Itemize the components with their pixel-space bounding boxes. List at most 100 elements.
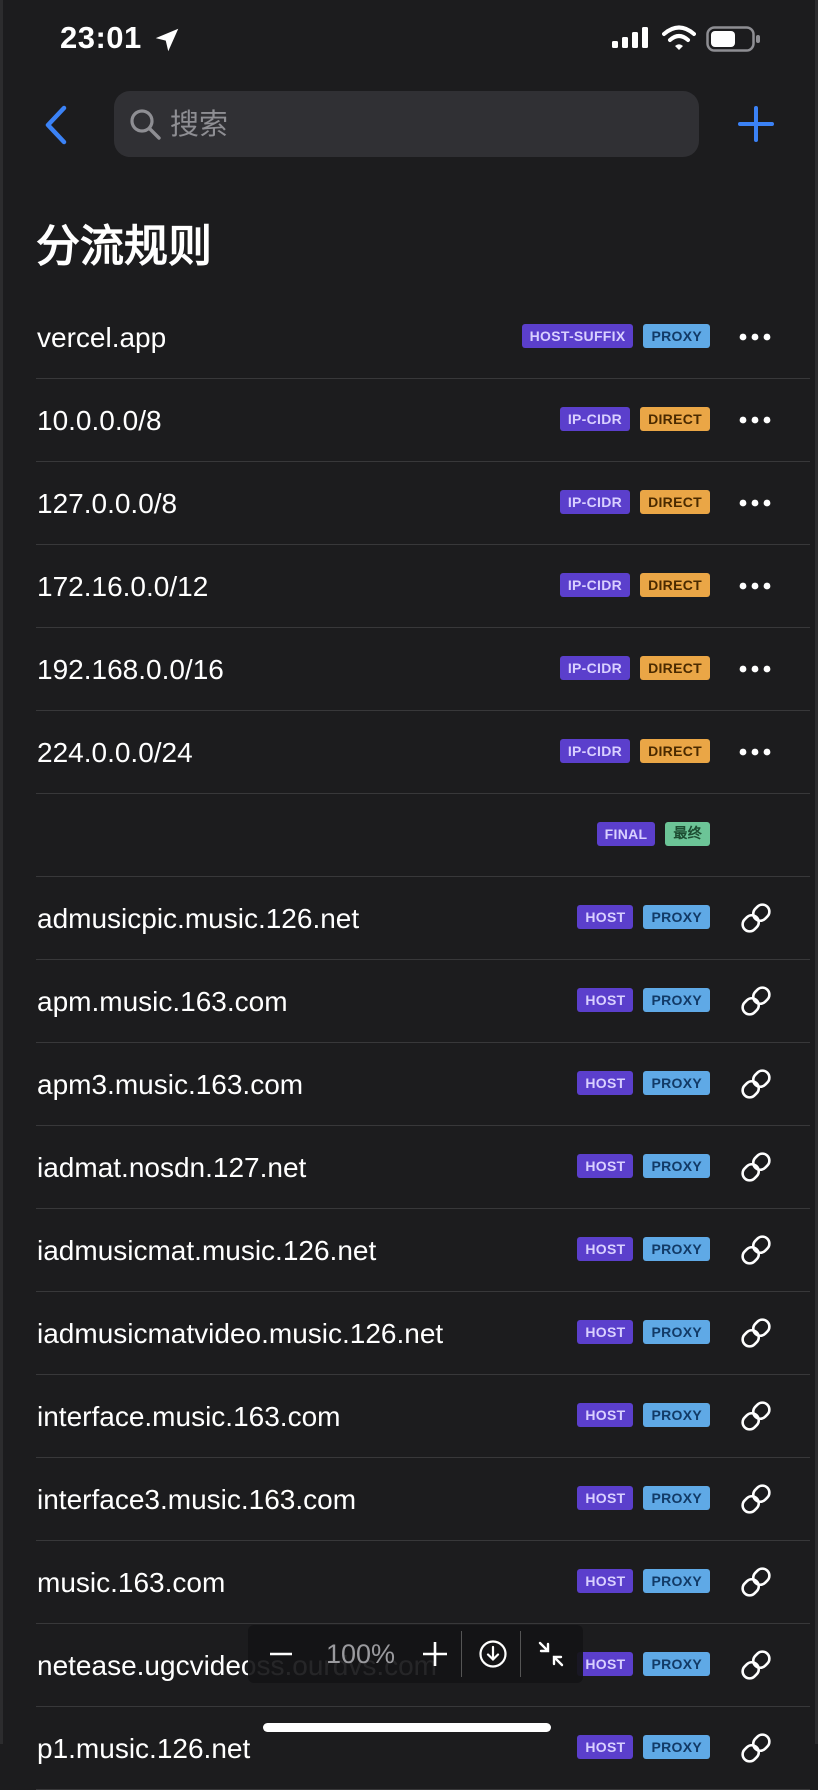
rule-policy-badge: DIRECT: [640, 573, 710, 597]
rule-value: interface.music.163.com: [37, 1401, 341, 1432]
plus-icon: [423, 1642, 447, 1666]
rule-row[interactable]: 192.168.0.0/16 IP-CIDR DIRECT: [0, 628, 818, 711]
link-icon[interactable]: [738, 1398, 774, 1434]
rule-row[interactable]: iadmat.nosdn.127.net HOST PROXY: [0, 1126, 818, 1209]
rule-value: 127.0.0.0/8: [37, 488, 178, 519]
search-field[interactable]: [114, 91, 699, 157]
rule-policy-badge: PROXY: [643, 1569, 710, 1593]
rule-type-badge: HOST: [577, 1652, 634, 1676]
rule-policy-badge: PROXY: [643, 1486, 710, 1510]
rule-tags: HOST PROXY: [577, 1735, 710, 1759]
rule-type-badge: IP-CIDR: [559, 407, 631, 431]
zoom-level: 100%: [325, 1639, 396, 1669]
rule-tags: IP-CIDR DIRECT: [559, 573, 710, 597]
rule-row[interactable]: interface.music.163.com HOST PROXY: [0, 1375, 818, 1458]
rule-value: iadmusicmatvideo.music.126.net: [37, 1318, 444, 1349]
rule-value: 192.168.0.0/16: [37, 654, 224, 685]
rule-row[interactable]: apm3.music.163.com HOST PROXY: [0, 1043, 818, 1126]
link-icon[interactable]: [738, 1315, 774, 1351]
toolbar-divider: [520, 1631, 521, 1677]
link-icon[interactable]: [738, 1066, 774, 1102]
home-indicator[interactable]: [263, 1723, 551, 1732]
rule-value: interface3.music.163.com: [37, 1484, 357, 1515]
rule-value: vercel.app: [37, 322, 167, 353]
link-icon[interactable]: [738, 1730, 774, 1766]
rule-policy-badge: PROXY: [643, 1154, 710, 1178]
wifi-icon: [662, 25, 696, 50]
rule-row[interactable]: admusicpic.music.126.net HOST PROXY: [0, 877, 818, 960]
link-icon[interactable]: [738, 1564, 774, 1600]
rule-row[interactable]: music.163.com HOST PROXY: [0, 1541, 818, 1624]
rule-policy-badge: DIRECT: [640, 656, 710, 680]
battery-icon: [706, 26, 760, 52]
page-title: 分流规则: [36, 221, 212, 272]
more-options-icon[interactable]: [738, 656, 772, 682]
rule-value: 224.0.0.0/24: [37, 737, 193, 768]
more-options-icon[interactable]: [738, 407, 772, 433]
rule-value: apm3.music.163.com: [37, 1069, 304, 1100]
search-input[interactable]: [170, 101, 680, 147]
more-options-icon[interactable]: [738, 739, 772, 765]
back-chevron-icon[interactable]: [40, 104, 76, 146]
rule-type-badge: HOST: [577, 988, 634, 1012]
rule-policy-badge: DIRECT: [640, 490, 710, 514]
rule-row[interactable]: 172.16.0.0/12 IP-CIDR DIRECT: [0, 545, 818, 628]
link-icon[interactable]: [738, 900, 774, 936]
rule-tags: HOST PROXY: [577, 1652, 710, 1676]
rule-tags: HOST PROXY: [577, 1486, 710, 1510]
rule-policy-badge: DIRECT: [640, 739, 710, 763]
rule-row[interactable]: 224.0.0.0/24 IP-CIDR DIRECT: [0, 711, 818, 794]
rule-row[interactable]: p1.music.126.net HOST PROXY: [0, 1707, 818, 1790]
rule-row[interactable]: iadmusicmatvideo.music.126.net HOST PROXY: [0, 1292, 818, 1375]
zoom-out-button[interactable]: [258, 1625, 304, 1683]
link-icon[interactable]: [738, 1481, 774, 1517]
status-bar: 23:01: [0, 0, 818, 84]
zoom-toolbar: 100%: [248, 1625, 583, 1683]
rule-value: p1.music.126.net: [37, 1733, 251, 1764]
link-icon[interactable]: [738, 983, 774, 1019]
download-circle-icon: [479, 1640, 507, 1668]
rule-tags: HOST PROXY: [577, 1237, 710, 1261]
rule-tags: HOST-SUFFIX PROXY: [521, 324, 710, 348]
rule-type-badge: HOST: [577, 1403, 634, 1427]
rule-value: 10.0.0.0/8: [37, 405, 162, 436]
rule-policy-badge: DIRECT: [640, 407, 710, 431]
rule-row[interactable]: 127.0.0.0/8 IP-CIDR DIRECT: [0, 462, 818, 545]
rule-type-badge: HOST: [577, 1486, 634, 1510]
rule-row[interactable]: interface3.music.163.com HOST PROXY: [0, 1458, 818, 1541]
rule-tags: HOST PROXY: [577, 905, 710, 929]
add-rule-button[interactable]: [737, 105, 775, 143]
toolbar-divider: [461, 1631, 462, 1677]
rule-type-badge: IP-CIDR: [559, 490, 631, 514]
rule-tags: FINAL 最终: [596, 822, 710, 846]
cellular-signal-icon: [612, 27, 648, 48]
link-icon[interactable]: [738, 1149, 774, 1185]
rule-tags: IP-CIDR DIRECT: [559, 739, 710, 763]
status-time: 23:01: [60, 20, 142, 55]
link-icon[interactable]: [738, 1647, 774, 1683]
rule-row[interactable]: apm.music.163.com HOST PROXY: [0, 960, 818, 1043]
rule-row[interactable]: 10.0.0.0/8 IP-CIDR DIRECT: [0, 379, 818, 462]
rule-policy-badge: PROXY: [643, 988, 710, 1012]
download-button[interactable]: [470, 1625, 516, 1683]
rule-policy-badge: PROXY: [643, 1320, 710, 1344]
rule-policy-badge: PROXY: [643, 1652, 710, 1676]
rule-row[interactable]: vercel.app HOST-SUFFIX PROXY: [0, 296, 818, 379]
rule-value: iadmusicmat.music.126.net: [37, 1235, 377, 1266]
rule-type-badge: HOST: [577, 1154, 634, 1178]
link-icon[interactable]: [738, 1232, 774, 1268]
zoom-in-button[interactable]: [412, 1625, 458, 1683]
rule-type-badge: HOST: [577, 1071, 634, 1095]
rule-type-badge: HOST: [577, 1569, 634, 1593]
rule-type-badge: HOST: [577, 1735, 634, 1759]
more-options-icon[interactable]: [738, 490, 772, 516]
rule-row[interactable]: iadmusicmat.music.126.net HOST PROXY: [0, 1209, 818, 1292]
rule-type-badge: IP-CIDR: [559, 739, 631, 763]
more-options-icon[interactable]: [738, 324, 772, 350]
collapse-arrows-icon: [538, 1641, 564, 1667]
search-icon: [130, 109, 161, 140]
exit-fullscreen-button[interactable]: [528, 1625, 574, 1683]
rule-policy-badge: PROXY: [643, 1403, 710, 1427]
rule-row[interactable]: FINAL 最终: [0, 794, 818, 877]
more-options-icon[interactable]: [738, 573, 772, 599]
